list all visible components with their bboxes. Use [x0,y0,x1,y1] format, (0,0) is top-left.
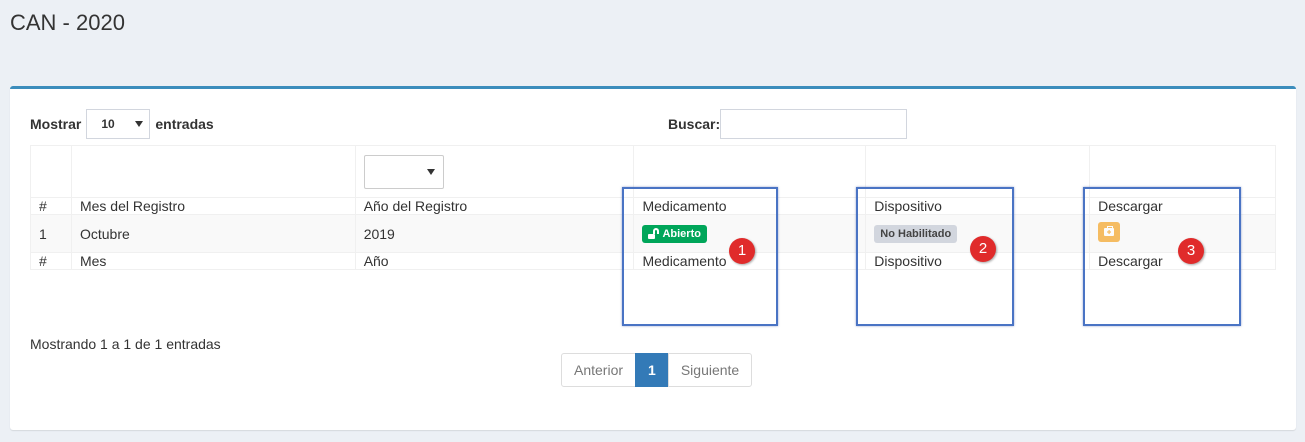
previous-page-button[interactable]: Anterior [561,353,637,387]
column-header[interactable]: Mes del Registro [70,197,356,215]
table-info: Mostrando 1 a 1 de 1 entradas [30,336,221,352]
page-size-value: 10 [101,117,115,131]
next-page-button[interactable]: Siguiente [667,353,753,387]
page-length-control: Mostrar 10 entradas [30,109,214,139]
search-label: Buscar: [668,116,721,132]
column-footer: Mes [70,252,356,270]
column-header[interactable]: Año del Registro [354,197,635,215]
row-month: Octubre [70,214,356,253]
highlight-box-descargar [1083,187,1241,326]
page-size-select[interactable]: 10 [86,109,151,139]
entries-label: entradas [155,116,214,132]
chevron-down-icon [135,121,144,127]
show-label: Mostrar [30,116,82,132]
search-control: Buscar: [668,109,908,139]
pagination: Anterior 1 Siguiente [561,353,753,387]
column-footer: Año [354,252,635,270]
row-number: 1 [30,214,72,253]
annotation-badge-1: 1 [729,238,755,264]
column-header[interactable]: # [30,197,72,215]
current-page-button[interactable]: 1 [635,353,669,387]
highlight-box-medicamento [622,187,778,326]
page-title: CAN - 2020 [10,10,125,35]
search-input[interactable] [720,109,908,139]
column-footer: # [30,252,72,270]
chevron-down-icon [426,168,435,175]
annotation-badge-3: 3 [1178,238,1204,264]
annotation-badge-2: 2 [970,236,996,262]
row-year: 2019 [354,214,635,253]
year-filter-select[interactable] [363,154,444,189]
